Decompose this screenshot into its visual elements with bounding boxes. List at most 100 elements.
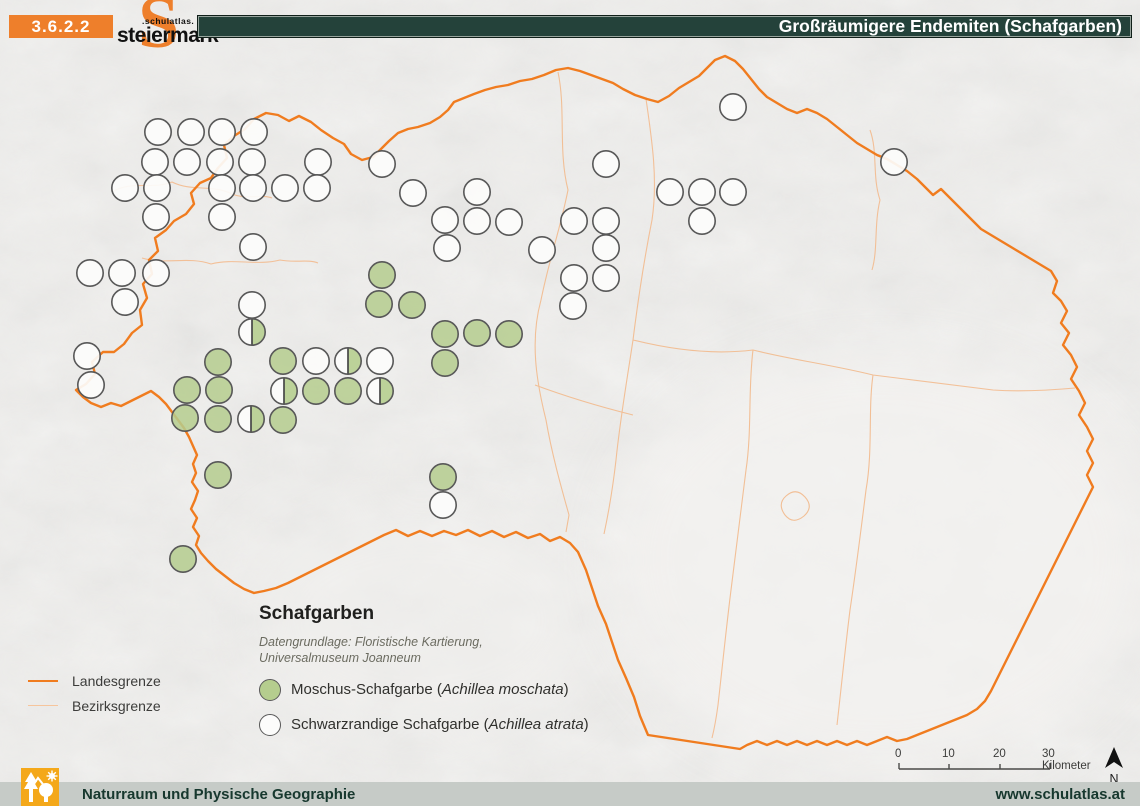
legend-row-landesgrenze: Landesgrenze [28,668,228,693]
bezirksgrenze-label: Bezirksgrenze [72,698,161,714]
marker-schwarzrandige-schafgarbe [400,180,426,206]
atrata-label-suffix: ) [584,716,589,733]
marker-schwarzrandige-schafgarbe [305,149,331,175]
marker-schwarzrandige-schafgarbe [881,149,907,175]
chapter-number-badge: 3.6.2.2 [9,15,113,38]
north-arrow: N [1100,745,1128,783]
marker-schwarzrandige-schafgarbe [529,237,555,263]
marker-schwarzrandige-schafgarbe [209,204,235,230]
moschata-label-prefix: Moschus-Schafgarbe ( [291,681,442,698]
schulatlas-logo: S .schulatlas. steiermark [116,0,198,58]
chapter-number: 3.6.2.2 [32,17,91,37]
landesgrenze-label: Landesgrenze [72,673,161,689]
marker-schwarzrandige-schafgarbe [303,348,329,374]
legend-item-moschata: Moschus-Schafgarbe (Achillea moschata) [259,678,589,702]
marker-schwarzrandige-schafgarbe [240,175,266,201]
marker-schwarzrandige-schafgarbe [239,292,265,318]
marker-schwarzrandige-schafgarbe [561,265,587,291]
marker-schwarzrandige-schafgarbe [143,260,169,286]
marker-schwarzrandige-schafgarbe [657,179,683,205]
landesgrenze-line-swatch [28,680,58,682]
legend-row-bezirksgrenze: Bezirksgrenze [28,693,228,718]
marker-moschus-schafgarbe [172,405,198,431]
marker-schwarzrandige-schafgarbe [593,235,619,261]
marker-schwarzrandige-schafgarbe [74,343,100,369]
marker-schwarzrandige-schafgarbe [77,260,103,286]
marker-schwarzrandige-schafgarbe [720,94,746,120]
scale-tick-20: 20 [993,748,1006,760]
moschata-label-suffix: ) [564,681,569,698]
marker-schwarzrandige-schafgarbe [78,372,104,398]
scale-tick-30: 30 Kilometer [1042,748,1091,772]
marker-schwarzrandige-schafgarbe [432,207,458,233]
marker-moschus-schafgarbe [335,378,361,404]
marker-schwarzrandige-schafgarbe [112,175,138,201]
marker-schwarzrandige-schafgarbe [207,149,233,175]
marker-schwarzrandige-schafgarbe [209,175,235,201]
moschata-circle-swatch [259,679,281,701]
footer-section-title: Naturraum und Physische Geographie [82,786,355,803]
atrata-label-prefix: Schwarzrandige Schafgarbe ( [291,716,489,733]
marker-moschus-schafgarbe [270,407,296,433]
marker-moschus-schafgarbe [369,262,395,288]
marker-schwarzrandige-schafgarbe [109,260,135,286]
atrata-species: Achillea atrata [489,716,584,733]
map-title-bar: Großräumigere Endemiten (Schafgarben) [197,15,1132,38]
marker-both-species [271,378,297,404]
marker-schwarzrandige-schafgarbe [464,179,490,205]
atrata-circle-swatch [259,714,281,736]
marker-moschus-schafgarbe [205,349,231,375]
north-arrow-glyph [1100,745,1128,769]
marker-schwarzrandige-schafgarbe [209,119,235,145]
marker-schwarzrandige-schafgarbe [561,208,587,234]
scale-tick-10: 10 [942,748,955,760]
moschata-species: Achillea moschata [442,681,564,698]
marker-both-species [367,378,393,404]
marker-schwarzrandige-schafgarbe [272,175,298,201]
marker-schwarzrandige-schafgarbe [464,208,490,234]
legend: Schafgarben Datengrundlage: Floristische… [259,603,589,737]
marker-schwarzrandige-schafgarbe [178,119,204,145]
marker-schwarzrandige-schafgarbe [434,235,460,261]
legend-title: Schafgarben [259,603,589,625]
scale-tick-0: 0 [895,748,901,760]
footer-bar: Naturraum und Physische Geographie www.s… [0,782,1140,806]
marker-schwarzrandige-schafgarbe [720,179,746,205]
marker-schwarzrandige-schafgarbe [496,209,522,235]
legend-source-line2: Universalmuseum Joanneum [259,650,589,666]
marker-moschus-schafgarbe [170,546,196,572]
marker-moschus-schafgarbe [464,320,490,346]
marker-schwarzrandige-schafgarbe [593,265,619,291]
nature-icon [21,768,59,806]
marker-schwarzrandige-schafgarbe [174,149,200,175]
border-legend: Landesgrenze Bezirksgrenze [28,668,228,718]
scale-bar: 0 10 20 30 Kilometer [890,748,1090,774]
marker-schwarzrandige-schafgarbe [145,119,171,145]
marker-moschus-schafgarbe [432,321,458,347]
legend-source-line1: Datengrundlage: Floristische Kartierung, [259,634,589,650]
marker-moschus-schafgarbe [430,464,456,490]
footer-website-link[interactable]: www.schulatlas.at [996,786,1126,803]
marker-schwarzrandige-schafgarbe [689,179,715,205]
marker-moschus-schafgarbe [174,377,200,403]
marker-both-species [239,319,265,345]
marker-moschus-schafgarbe [366,291,392,317]
marker-both-species [335,348,361,374]
marker-schwarzrandige-schafgarbe [240,234,266,260]
marker-schwarzrandige-schafgarbe [367,348,393,374]
marker-both-species [238,406,264,432]
atrata-label: Schwarzrandige Schafgarbe (Achillea atra… [291,716,589,733]
marker-moschus-schafgarbe [205,462,231,488]
marker-moschus-schafgarbe [270,348,296,374]
marker-schwarzrandige-schafgarbe [430,492,456,518]
marker-schwarzrandige-schafgarbe [144,175,170,201]
marker-moschus-schafgarbe [432,350,458,376]
marker-schwarzrandige-schafgarbe [369,151,395,177]
marker-schwarzrandige-schafgarbe [304,175,330,201]
marker-schwarzrandige-schafgarbe [142,149,168,175]
marker-moschus-schafgarbe [496,321,522,347]
marker-moschus-schafgarbe [303,378,329,404]
schulatlas-map-page: 3.6.2.2 S .schulatlas. steiermark Großrä… [0,0,1140,806]
marker-schwarzrandige-schafgarbe [689,208,715,234]
bezirksgrenze-line-swatch [28,705,58,706]
